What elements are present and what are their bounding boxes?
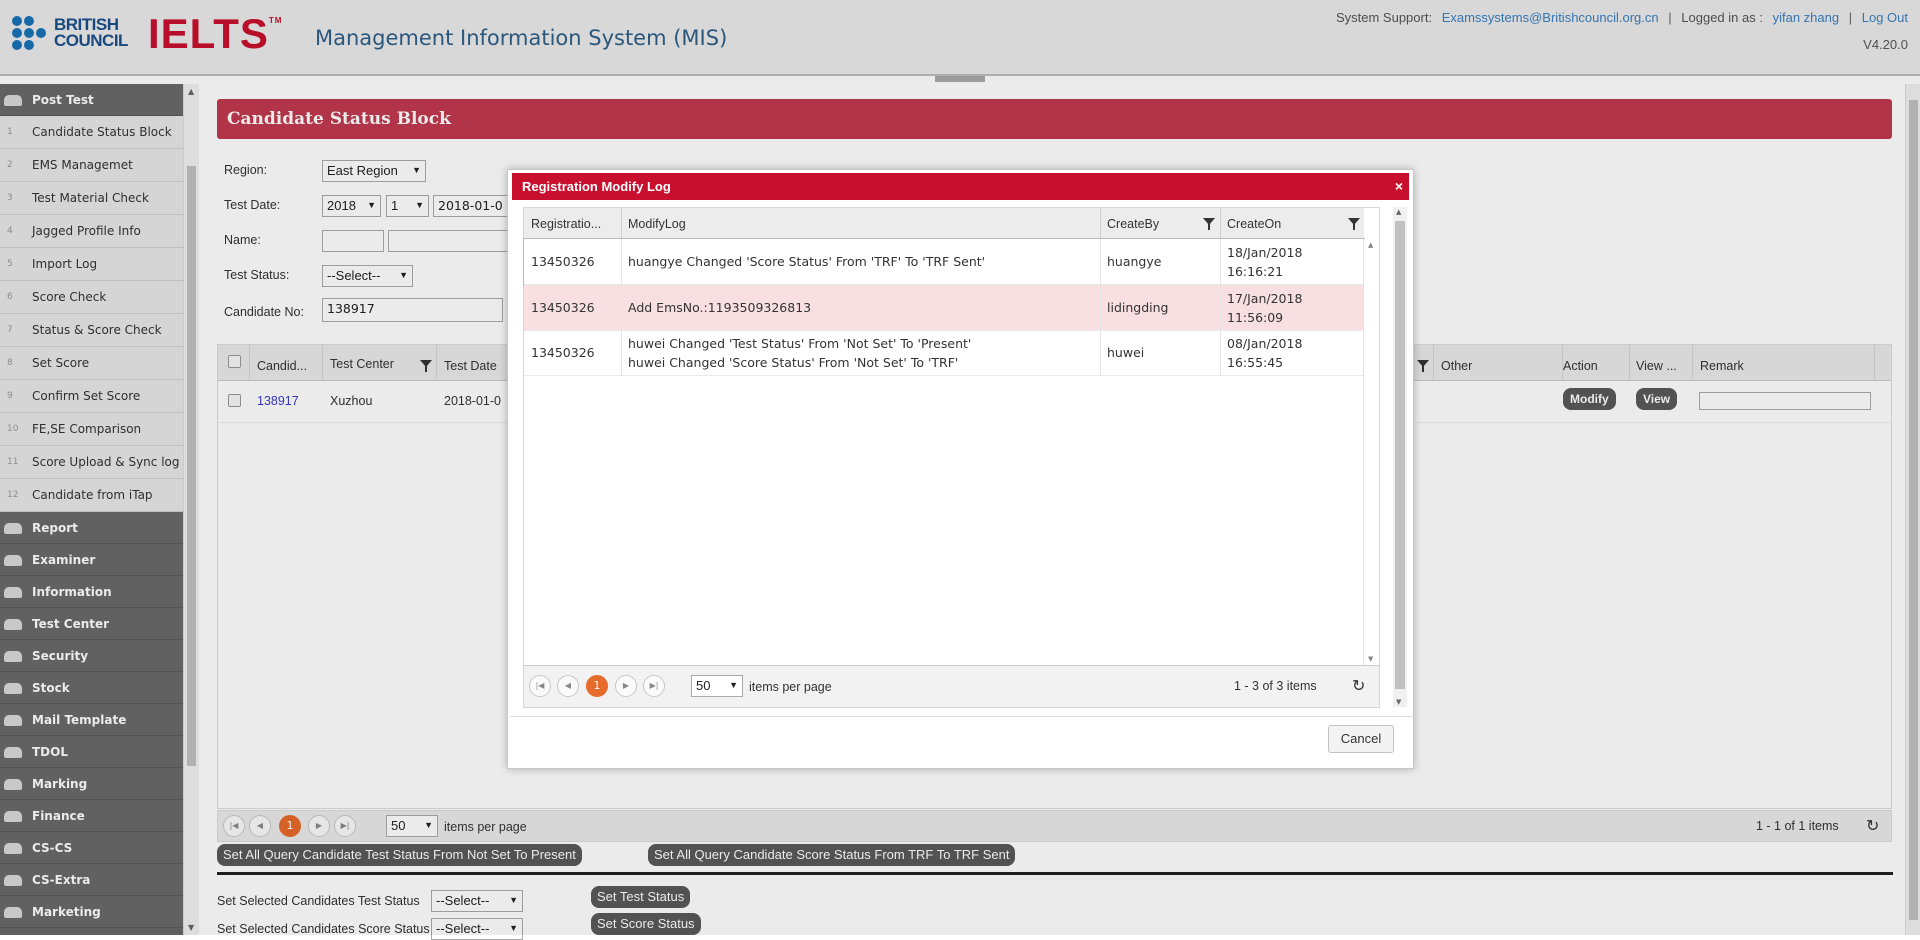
- dialog-title: Registration Modify Log: [522, 179, 671, 194]
- scroll-up-icon[interactable]: ▲: [1396, 208, 1401, 216]
- cell-registration: 13450326: [531, 300, 595, 315]
- scroll-up-icon[interactable]: ▲: [1368, 241, 1373, 249]
- modify-log-scrollbar[interactable]: ▲ ▼: [1363, 239, 1379, 665]
- close-icon[interactable]: ×: [1395, 173, 1403, 200]
- col-registration[interactable]: Registratio...: [531, 217, 601, 231]
- cell-modify-log: huangye Changed 'Score Status' From 'TRF…: [628, 254, 986, 269]
- dialog-scrollbar[interactable]: ▲ ▼: [1393, 207, 1407, 707]
- filter-icon[interactable]: [1348, 218, 1360, 230]
- scroll-down-icon[interactable]: ▼: [1396, 698, 1401, 706]
- page-size-select[interactable]: 50 ▼: [691, 675, 743, 697]
- next-page-icon[interactable]: ▶: [615, 675, 637, 697]
- modify-log-grid: Registratio... ModifyLog CreateBy Create…: [523, 207, 1380, 708]
- table-row[interactable]: 13450326 huangye Changed 'Score Status' F…: [523, 238, 1365, 286]
- prev-page-icon[interactable]: ◀: [557, 675, 579, 697]
- scroll-down-icon[interactable]: ▼: [1368, 655, 1373, 663]
- cell-create-on: 17/Jan/2018 11:56:09: [1227, 291, 1303, 325]
- col-create-on[interactable]: CreateOn: [1227, 217, 1281, 231]
- modify-log-dialog: Registration Modify Log × Registratio...…: [507, 169, 1414, 769]
- filter-icon[interactable]: [1203, 218, 1215, 230]
- cell-create-by: huangye: [1107, 254, 1162, 269]
- pager-summary: 1 - 3 of 3 items: [1234, 679, 1317, 693]
- table-row[interactable]: 13450326 Add EmsNo.:1193509326813 lidingdi…: [524, 285, 1364, 331]
- cell-registration: 13450326: [531, 254, 595, 269]
- col-create-by[interactable]: CreateBy: [1107, 217, 1159, 231]
- cell-create-on: 18/Jan/2018 16:16:21: [1227, 245, 1303, 279]
- cell-registration: 13450326: [531, 345, 595, 360]
- refresh-icon[interactable]: ↻: [1352, 676, 1365, 696]
- cancel-button[interactable]: Cancel: [1328, 725, 1394, 753]
- cell-create-on: 08/Jan/2018 16:55:45: [1227, 336, 1303, 370]
- cell-modify-log: huwei Changed 'Test Status' From 'Not Se…: [628, 336, 972, 370]
- dialog-scroll-thumb[interactable]: [1395, 221, 1405, 689]
- modify-log-pager: |◀ ◀ 1 ▶ ▶| 50 ▼ items per page 1 - 3 of …: [524, 665, 1379, 707]
- chevron-down-icon: ▼: [729, 680, 738, 690]
- last-page-icon[interactable]: ▶|: [643, 675, 665, 697]
- cell-modify-log: Add EmsNo.:1193509326813: [628, 300, 812, 315]
- cell-create-by: lidingding: [1107, 300, 1169, 315]
- modify-log-header: Registratio... ModifyLog CreateBy Create…: [524, 208, 1364, 239]
- col-modify-log[interactable]: ModifyLog: [628, 217, 686, 231]
- first-page-icon[interactable]: |◀: [529, 675, 551, 697]
- dialog-titlebar: Registration Modify Log ×: [512, 173, 1409, 200]
- cell-create-by: huwei: [1107, 345, 1145, 360]
- table-row[interactable]: 13450326 huwei Changed 'Test Status' From…: [524, 330, 1364, 376]
- items-per-page-label: items per page: [749, 680, 832, 694]
- page-button[interactable]: 1: [586, 675, 608, 697]
